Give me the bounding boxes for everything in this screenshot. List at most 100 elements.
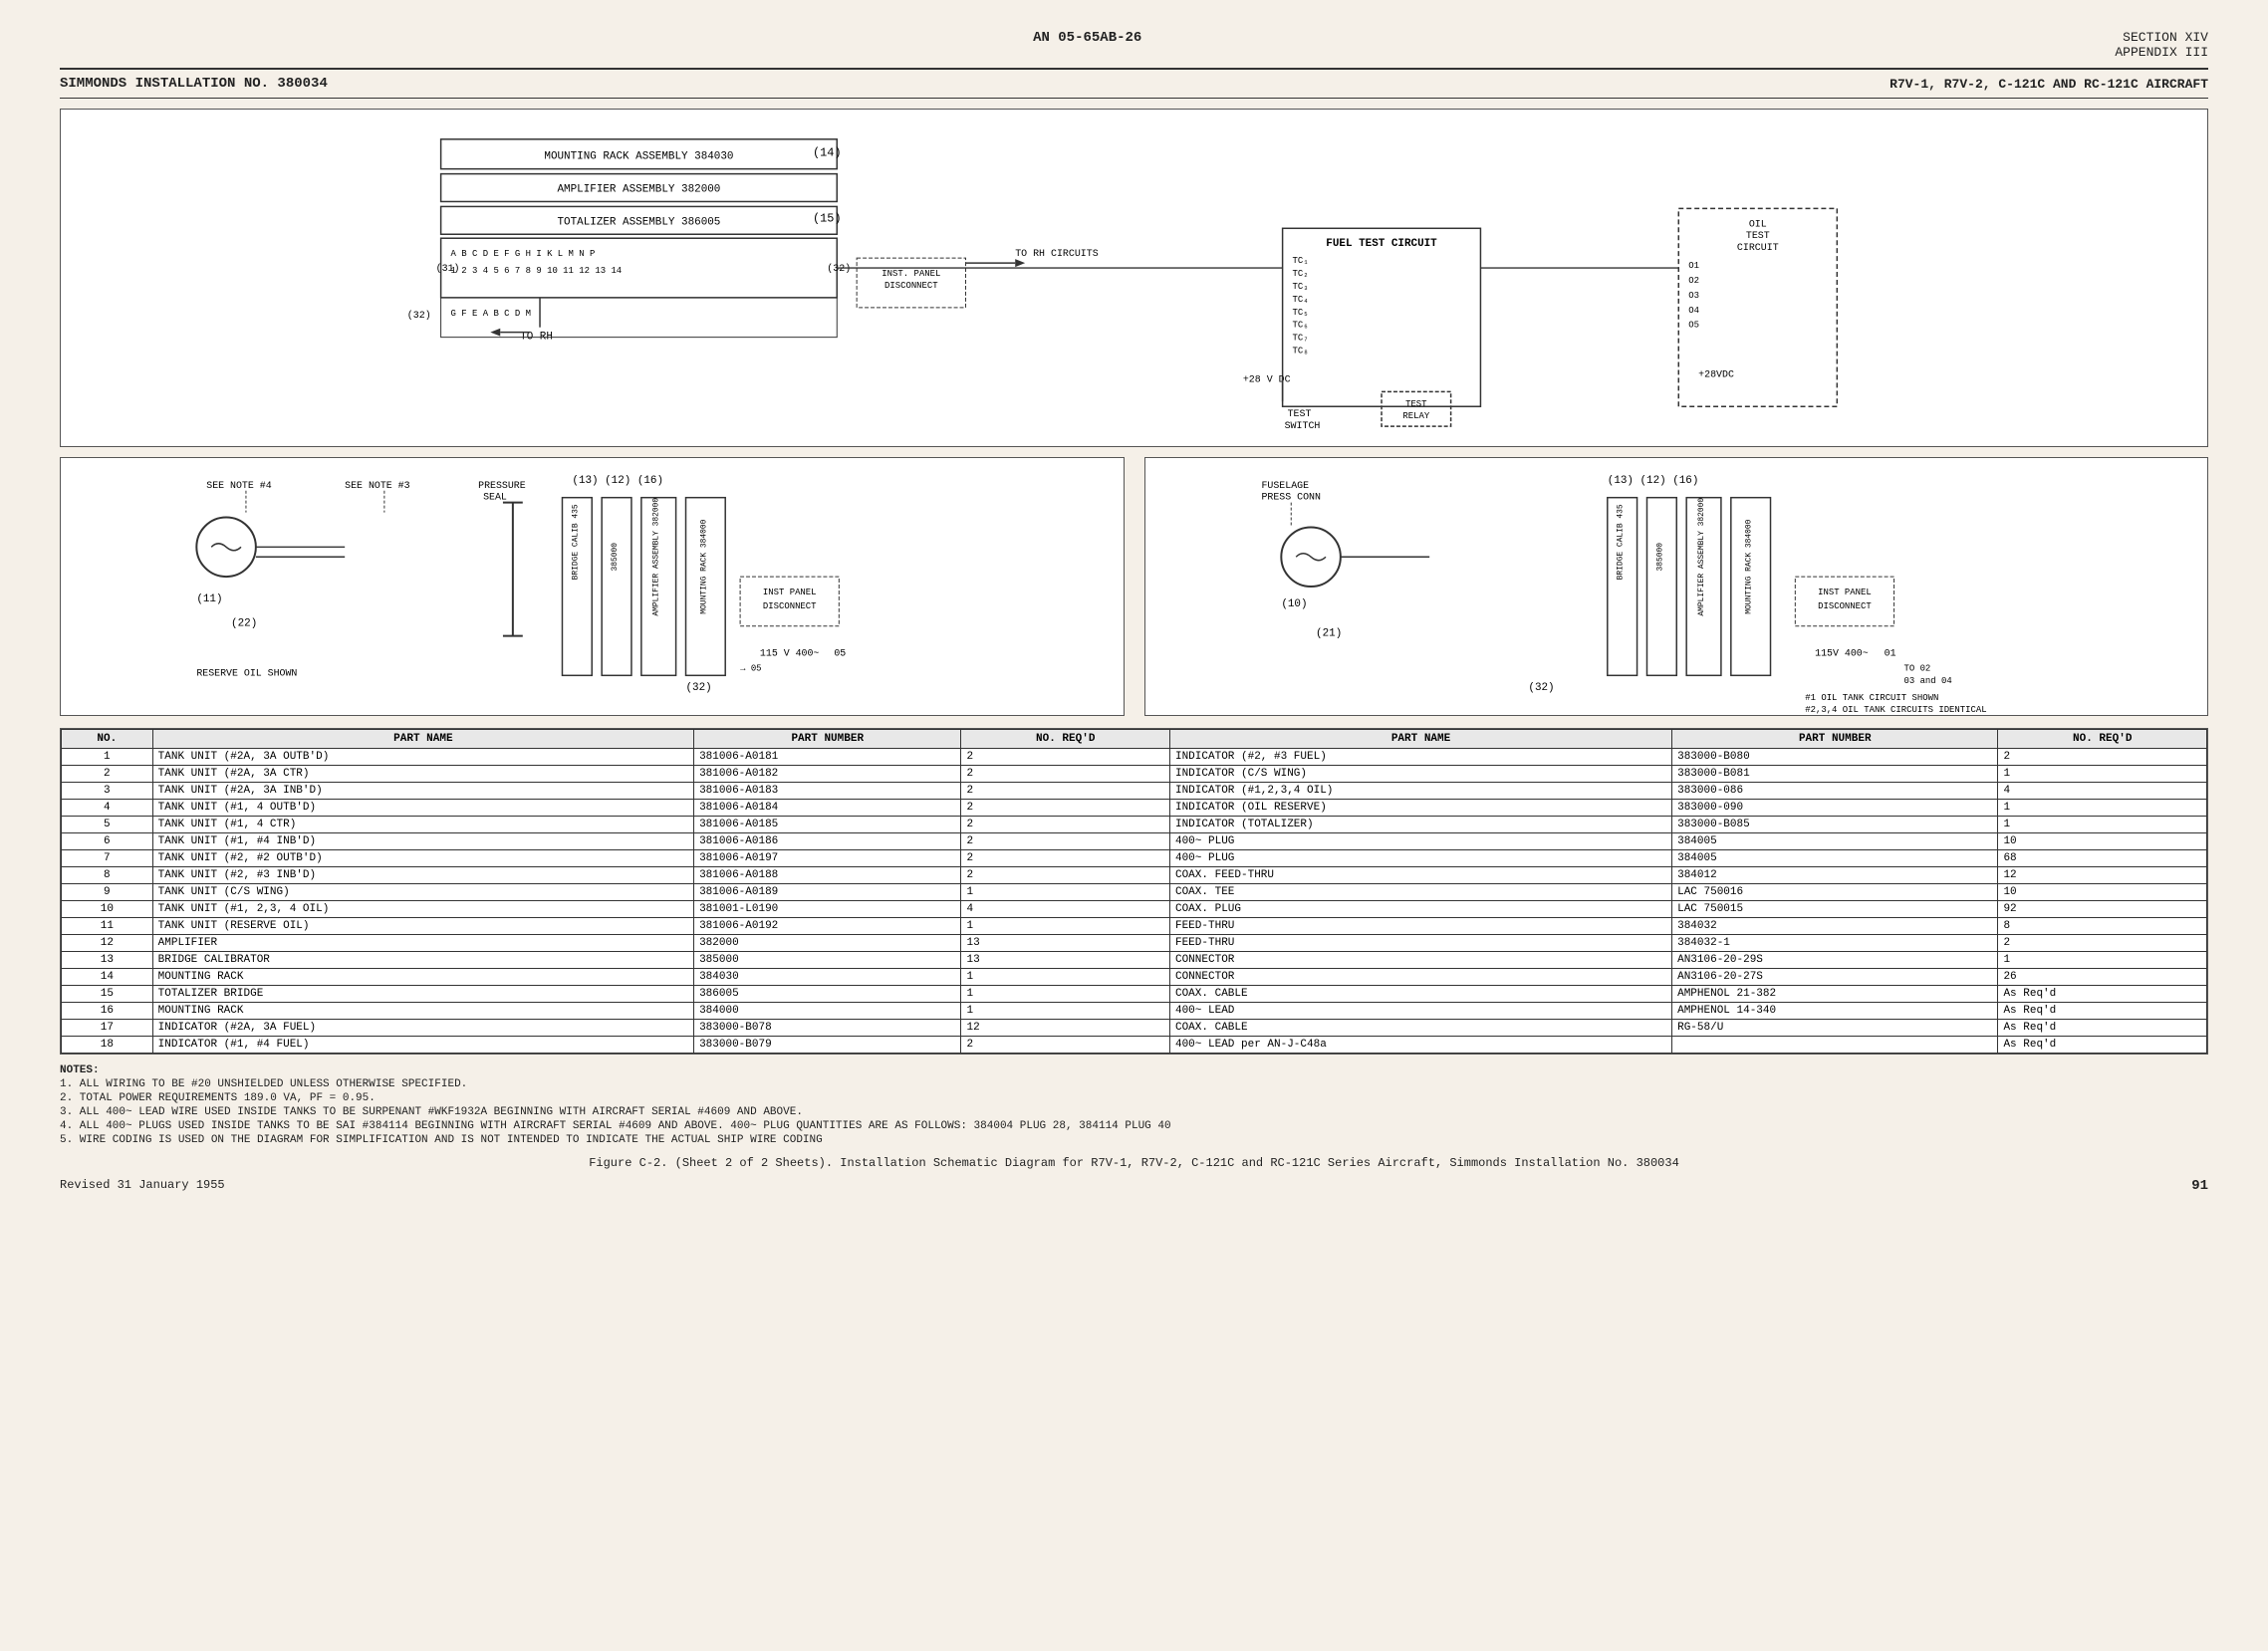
svg-text:PRESSURE: PRESSURE (478, 480, 526, 491)
table-cell: 2 (961, 800, 1170, 817)
table-cell: 4 (961, 901, 1170, 918)
page: AN 05-65AB-26 SECTION XIV APPENDIX III S… (0, 0, 2268, 1651)
table-cell: 1 (62, 749, 153, 766)
svg-text:INST. PANEL: INST. PANEL (882, 269, 940, 279)
table-cell: 92 (1998, 901, 2207, 918)
svg-text:(32): (32) (1528, 682, 1554, 694)
table-cell: 400~ PLUG (1169, 833, 1671, 850)
svg-text:03 and 04: 03 and 04 (1903, 676, 1951, 686)
note-item: 1. ALL WIRING TO BE #20 UNSHIELDED UNLES… (60, 1078, 2208, 1090)
table-cell: AMPLIFIER (152, 935, 693, 952)
svg-text:TC₄: TC₄ (1293, 295, 1309, 305)
table-cell: 10 (1998, 833, 2207, 850)
svg-text:(10): (10) (1281, 598, 1307, 610)
svg-text:AMPLIFIER ASSEMBLY 382000: AMPLIFIER ASSEMBLY 382000 (1697, 498, 1706, 616)
table-cell: 10 (62, 901, 153, 918)
svg-text:FUEL TEST CIRCUIT: FUEL TEST CIRCUIT (1326, 238, 1437, 250)
header: AN 05-65AB-26 SECTION XIV APPENDIX III (60, 30, 2208, 60)
installation-title: SIMMONDS INSTALLATION NO. 380034 (60, 76, 328, 92)
table-cell: 5 (62, 817, 153, 833)
svg-text:#2,3,4 OIL TANK CIRCUITS IDENT: #2,3,4 OIL TANK CIRCUITS IDENTICAL (1805, 705, 1986, 715)
table-cell: TANK UNIT (#2A, 3A INB'D) (152, 783, 693, 800)
table-cell: TANK UNIT (#2A, 3A OUTB'D) (152, 749, 693, 766)
table-row: 17INDICATOR (#2A, 3A FUEL)383000-B07812C… (62, 1020, 2207, 1037)
svg-text:05: 05 (834, 647, 846, 658)
table-row: 13BRIDGE CALIBRATOR38500013CONNECTORAN31… (62, 952, 2207, 969)
page-number: 91 (2191, 1178, 2208, 1194)
table-row: 14MOUNTING RACK3840301CONNECTORAN3106-20… (62, 969, 2207, 986)
table-cell: As Req'd (1998, 1020, 2207, 1037)
svg-text:A B C D E F G H I K L M N P: A B C D E F G H I K L M N P (451, 249, 596, 259)
table-cell: 384012 (1672, 867, 1998, 884)
table-cell: 2 (1998, 749, 2207, 766)
table-cell: TANK UNIT (#2, #3 INB'D) (152, 867, 693, 884)
table-row: 4TANK UNIT (#1, 4 OUTB'D)381006-A01842IN… (62, 800, 2207, 817)
svg-text:PRESS CONN: PRESS CONN (1261, 492, 1321, 503)
table-cell: AN3106-20-29S (1672, 952, 1998, 969)
table-cell: LAC 750016 (1672, 884, 1998, 901)
table-cell: 2 (961, 1037, 1170, 1054)
table-cell: 400~ PLUG (1169, 850, 1671, 867)
svg-text:SEAL: SEAL (483, 492, 507, 503)
svg-text:OIL: OIL (1749, 218, 1767, 229)
table-cell: 381006-A0197 (694, 850, 961, 867)
svg-text:TEST: TEST (1746, 230, 1770, 241)
table-cell: 2 (961, 766, 1170, 783)
table-cell: 381001-L0190 (694, 901, 961, 918)
table-cell: 17 (62, 1020, 153, 1037)
table-cell: LAC 750015 (1672, 901, 1998, 918)
col-part-name-2: PART NAME (1169, 730, 1671, 749)
svg-text:TC₈: TC₈ (1293, 347, 1309, 356)
table-row: 18INDICATOR (#1, #4 FUEL)383000-B0792400… (62, 1037, 2207, 1054)
table-cell: 381006-A0185 (694, 817, 961, 833)
svg-text:1 2 3 4 5 6 7 8 9 10 11 12 13: 1 2 3 4 5 6 7 8 9 10 11 12 13 14 (451, 266, 623, 276)
table-cell: 383000-B078 (694, 1020, 961, 1037)
svg-text:TC₅: TC₅ (1293, 308, 1309, 318)
svg-text:FUSELAGE: FUSELAGE (1261, 480, 1309, 491)
table-cell: 2 (961, 749, 1170, 766)
table-row: 8TANK UNIT (#2, #3 INB'D)381006-A01882CO… (62, 867, 2207, 884)
table-cell: COAX. TEE (1169, 884, 1671, 901)
svg-text:→ 05: → 05 (740, 663, 761, 673)
bottom-diagram-right: FUSELAGE PRESS CONN (13) (12) (16) (10) … (1144, 457, 2209, 716)
table-cell: AMPHENOL 14-340 (1672, 1003, 1998, 1020)
svg-text:O4: O4 (1688, 306, 1699, 316)
svg-text:INST PANEL: INST PANEL (1818, 588, 1872, 597)
table-cell: 2 (1998, 935, 2207, 952)
svg-text:MOUNTING RACK ASSEMBLY 384030: MOUNTING RACK ASSEMBLY 384030 (544, 151, 733, 163)
svg-text:(11): (11) (196, 593, 222, 605)
table-cell: 6 (62, 833, 153, 850)
table-cell: 384000 (694, 1003, 961, 1020)
table-cell: 4 (62, 800, 153, 817)
svg-text:385000: 385000 (611, 543, 620, 572)
table-cell: 381006-A0183 (694, 783, 961, 800)
table-cell: 2 (961, 867, 1170, 884)
svg-text:DISCONNECT: DISCONNECT (1818, 601, 1872, 611)
table-cell: TANK UNIT (#2, #2 OUTB'D) (152, 850, 693, 867)
svg-text:RESERVE OIL SHOWN: RESERVE OIL SHOWN (196, 667, 297, 678)
main-diagram-svg: MOUNTING RACK ASSEMBLY 384030 (14) AMPLI… (61, 110, 2207, 446)
svg-text:(13) (12) (16): (13) (12) (16) (572, 475, 663, 487)
table-cell: INDICATOR (TOTALIZER) (1169, 817, 1671, 833)
table-cell: TANK UNIT (#2A, 3A CTR) (152, 766, 693, 783)
table-cell: 381006-A0188 (694, 867, 961, 884)
table-cell: 68 (1998, 850, 2207, 867)
bottom-diagram-left: SEE NOTE #4 SEE NOTE #3 PRESSURE SEAL (1… (60, 457, 1125, 716)
table-cell: 1 (1998, 817, 2207, 833)
table-cell: COAX. CABLE (1169, 1020, 1671, 1037)
table-cell: 384032 (1672, 918, 1998, 935)
table-cell: 1 (961, 1003, 1170, 1020)
table-cell: 26 (1998, 969, 2207, 986)
svg-text:BRIDGE CALIB 435: BRIDGE CALIB 435 (1616, 504, 1625, 580)
table-cell: 383000-B081 (1672, 766, 1998, 783)
table-cell: INDICATOR (C/S WING) (1169, 766, 1671, 783)
table-cell: RG-58/U (1672, 1020, 1998, 1037)
table-cell: 11 (62, 918, 153, 935)
svg-text:01: 01 (1884, 647, 1895, 658)
table-cell: 2 (62, 766, 153, 783)
table-row: 9TANK UNIT (C/S WING)381006-A01891COAX. … (62, 884, 2207, 901)
table-cell: 384005 (1672, 850, 1998, 867)
svg-text:SWITCH: SWITCH (1285, 420, 1321, 431)
table-cell: 8 (1998, 918, 2207, 935)
table-cell: FEED-THRU (1169, 935, 1671, 952)
